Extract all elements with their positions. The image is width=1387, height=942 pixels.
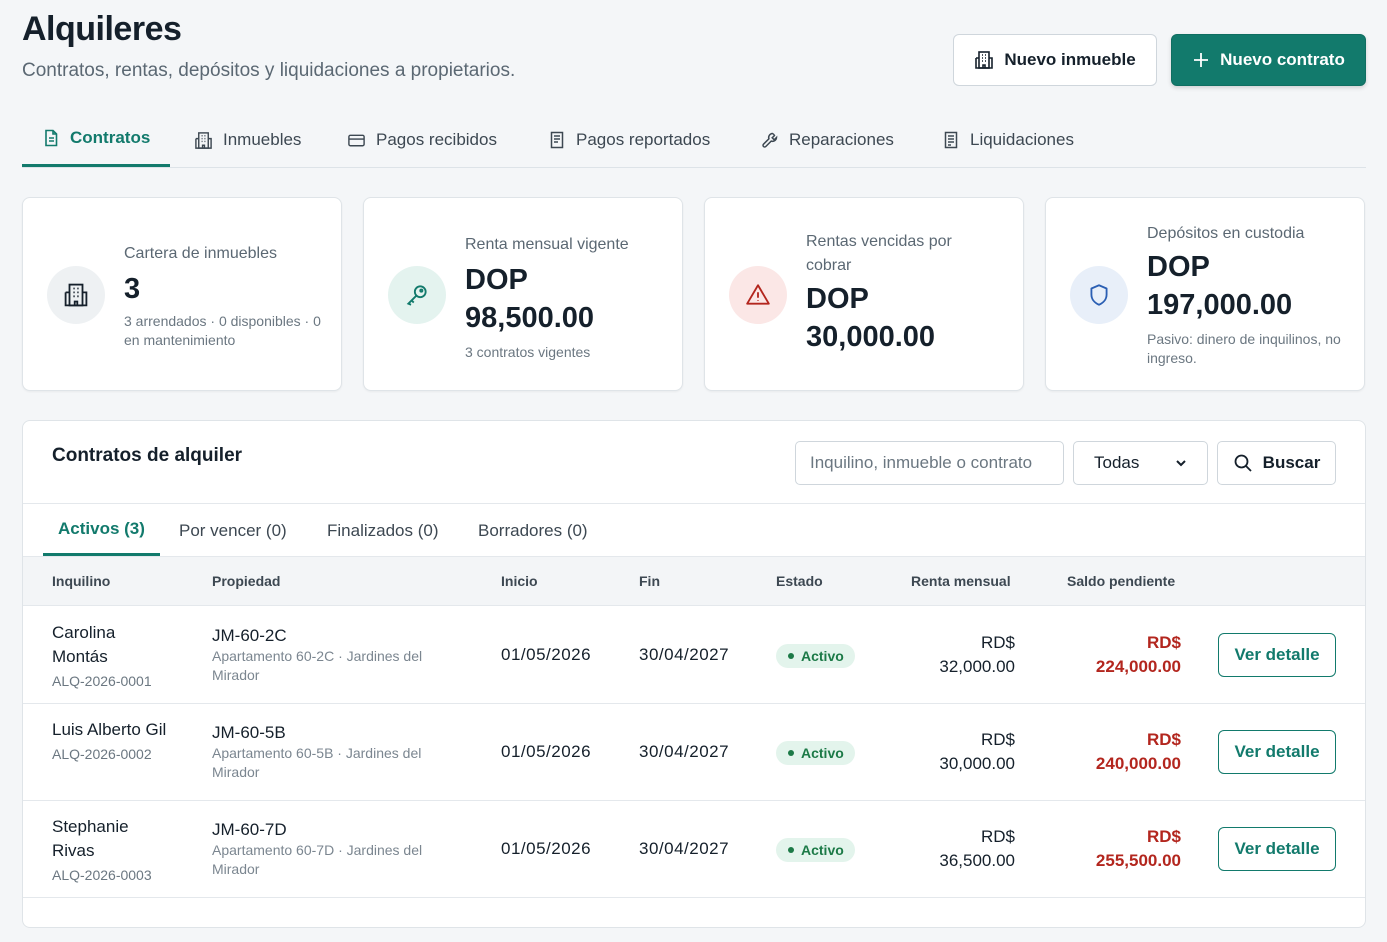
card-value: DOP 197,000.00 (1147, 251, 1293, 321)
main-tabs: Contratos Inmuebles Pagos recibidos Pago… (22, 112, 1366, 168)
card-note: Pasivo: dinero de inquilinos, no ingreso… (1147, 331, 1341, 366)
column-header: Fin (639, 573, 660, 589)
pending-balance: RD$ 240,000.00 (1095, 730, 1181, 773)
card-label: Renta mensual vigente (465, 236, 629, 253)
property-code: JM-60-7D (212, 820, 287, 839)
pending-balance: RD$ 255,500.00 (1095, 827, 1181, 870)
table-row: Luis Alberto Gil ALQ-2026-0002 JM-60-5B … (23, 704, 1365, 801)
start-date: 01/05/2026 (501, 742, 592, 761)
pending-balance: RD$ 224,000.00 (1095, 633, 1181, 676)
tab-reparaciones[interactable]: Reparaciones (741, 112, 914, 168)
card-icon (1070, 266, 1128, 324)
chevron-down-icon (1176, 460, 1186, 467)
page-title: Alquileres (22, 10, 182, 48)
subtab-finalizados[interactable]: Finalizados (0) (312, 504, 454, 557)
status-subtabs: Activos (3) Por vencer (0) Finalizados (… (23, 503, 1365, 557)
wrench-icon (762, 132, 778, 148)
monthly-rent: RD$ 36,500.00 (939, 827, 1015, 870)
card-value: 3 (124, 273, 141, 305)
tab-pagos-recibidos[interactable]: Pagos recibidos (327, 112, 517, 168)
search-icon (1234, 454, 1252, 472)
status-badge: Activo (776, 741, 855, 765)
card-deposits: Depósitos en custodia DOP 197,000.00 Pas… (1045, 197, 1365, 391)
view-detail-button[interactable]: Ver detalle (1218, 827, 1336, 871)
card-icon (388, 266, 446, 324)
start-date: 01/05/2026 (501, 645, 592, 664)
building-icon (64, 283, 88, 307)
plus-icon (1194, 53, 1209, 67)
document-list-icon (944, 131, 958, 149)
contract-code: ALQ-2026-0002 (52, 746, 152, 762)
page-subtitle: Contratos, rentas, depósitos y liquidaci… (22, 60, 516, 81)
contract-code: ALQ-2026-0001 (52, 673, 152, 689)
card-label: Cartera de inmuebles (124, 245, 277, 262)
column-header: Inicio (501, 573, 538, 589)
card-note: 3 contratos vigentes (465, 344, 591, 360)
property-description: Apartamento 60-2C · Jardines del Mirador (212, 648, 423, 683)
column-header: Renta mensual (911, 573, 1011, 589)
building-icon (975, 51, 994, 69)
column-header: Saldo pendiente (1067, 573, 1176, 589)
receipt-icon (550, 131, 564, 149)
tab-contratos[interactable]: Contratos (22, 112, 171, 167)
card-note: 3 arrendados · 0 disponibles · 0 en mant… (124, 313, 321, 348)
monthly-rent: RD$ 32,000.00 (939, 633, 1015, 676)
end-date: 30/04/2027 (639, 645, 730, 664)
panel-title: Contratos de alquiler (52, 445, 243, 466)
search-button[interactable]: Buscar (1217, 441, 1336, 485)
monthly-rent: RD$ 30,000.00 (939, 730, 1015, 773)
contract-code: ALQ-2026-0003 (52, 867, 152, 883)
table-header: Inquilino Propiedad Inicio Fin Estado Re… (23, 557, 1365, 606)
card-value: DOP 98,500.00 (465, 264, 595, 334)
subtab-activos[interactable]: Activos (3) (43, 504, 160, 556)
table-row: Stephanie Rivas ALQ-2026-0003 JM-60-7D A… (23, 801, 1365, 898)
card-label: Depósitos en custodia (1147, 225, 1305, 242)
shield-icon (1090, 284, 1108, 306)
end-date: 30/04/2027 (639, 839, 730, 858)
tab-inmuebles[interactable]: Inmuebles (174, 112, 321, 168)
status-filter-value: Todas (1094, 453, 1140, 472)
subtab-por-vencer[interactable]: Por vencer (0) (164, 504, 302, 557)
end-date: 30/04/2027 (639, 742, 730, 761)
view-detail-button[interactable]: Ver detalle (1218, 633, 1336, 677)
warning-icon (746, 284, 770, 305)
card-value: DOP 30,000.00 (806, 283, 936, 353)
view-detail-button[interactable]: Ver detalle (1218, 730, 1336, 774)
key-icon (406, 285, 427, 306)
document-icon (45, 129, 58, 147)
tenant-name: Carolina Montás (52, 623, 116, 666)
card-overdue-rent: Rentas vencidas por cobrar DOP 30,000.00 (704, 197, 1024, 391)
table-row: Carolina Montás ALQ-2026-0001 JM-60-2C A… (23, 607, 1365, 704)
subtab-borradores[interactable]: Borradores (0) (463, 504, 603, 557)
card-label: Rentas vencidas por cobrar (806, 233, 952, 274)
search-input[interactable] (795, 441, 1064, 485)
tab-liquidaciones[interactable]: Liquidaciones (922, 112, 1094, 168)
start-date: 01/05/2026 (501, 839, 592, 858)
tab-pagos-reportados[interactable]: Pagos reportados (528, 112, 730, 168)
card-monthly-rent: Renta mensual vigente DOP 98,500.00 3 co… (363, 197, 683, 391)
new-contract-label: Nuevo contrato (1220, 50, 1345, 69)
property-code: JM-60-5B (212, 723, 286, 742)
column-header: Estado (776, 573, 823, 589)
column-header: Propiedad (212, 573, 281, 589)
status-badge: Activo (776, 644, 855, 668)
card-icon (47, 266, 105, 324)
status-badge: Activo (776, 838, 855, 862)
card-icon (729, 266, 787, 324)
tenant-name: Luis Alberto Gil (52, 720, 167, 739)
contracts-panel: Contratos de alquiler Todas Buscar Activ… (22, 420, 1366, 928)
building-icon (195, 131, 212, 149)
column-header: Inquilino (52, 573, 111, 589)
new-property-button[interactable]: Nuevo inmueble (953, 34, 1157, 86)
property-description: Apartamento 60-7D · Jardines del Mirador (212, 842, 423, 877)
tenant-name: Stephanie Rivas (52, 817, 129, 860)
property-description: Apartamento 60-5B · Jardines del Mirador (212, 745, 422, 780)
card-portfolio: Cartera de inmuebles 3 3 arrendados · 0 … (22, 197, 342, 391)
new-property-label: Nuevo inmueble (1004, 50, 1136, 69)
new-contract-button[interactable]: Nuevo contrato (1171, 34, 1366, 86)
credit-card-icon (348, 134, 365, 146)
status-filter-select[interactable]: Todas (1073, 441, 1208, 485)
property-code: JM-60-2C (212, 626, 287, 645)
